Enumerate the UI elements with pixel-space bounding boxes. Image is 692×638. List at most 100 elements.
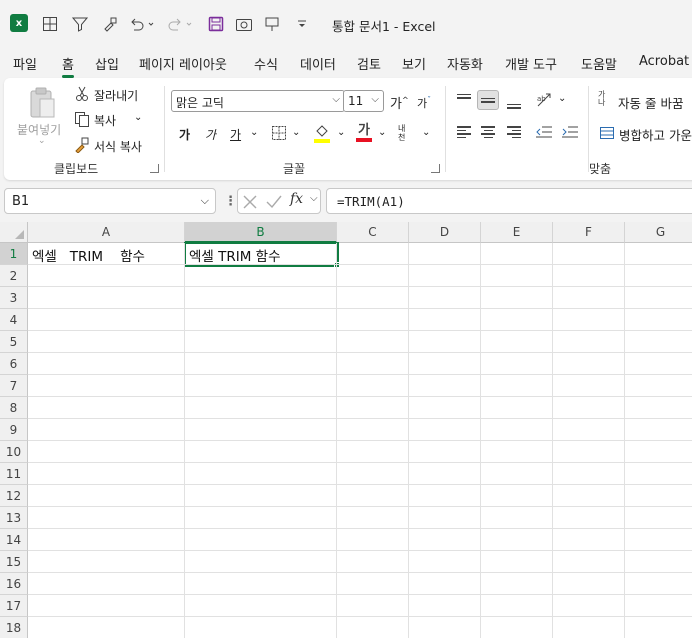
decrease-indent-icon[interactable] [534, 122, 554, 142]
shrink-font-button[interactable]: 가ˇ [417, 95, 431, 111]
align-middle-button[interactable] [477, 90, 499, 110]
paste-icon[interactable] [24, 86, 60, 122]
grid-row-line [28, 286, 692, 287]
chevron-down-icon[interactable]: ⌵ [310, 193, 318, 204]
font-size-select[interactable]: 11 ⌵ [343, 90, 384, 112]
tab-insert[interactable]: 삽입 [95, 54, 119, 73]
tab-file[interactable]: 파일 [13, 54, 37, 73]
row-header-5[interactable]: 5 [0, 331, 28, 353]
underline-dropdown-icon[interactable]: ⌄ [250, 127, 258, 138]
wrap-text-button[interactable]: 자동 줄 바꿈 [618, 93, 683, 112]
row-header-17[interactable]: 17 [0, 595, 28, 617]
row-header-6[interactable]: 6 [0, 353, 28, 375]
format-painter-button[interactable]: 서식 복사 [94, 138, 142, 155]
more-options-icon[interactable]: ⋮ [224, 194, 237, 209]
copy-icon[interactable] [74, 111, 90, 127]
underline-button[interactable]: 가 [230, 126, 241, 143]
border-dropdown-icon[interactable]: ⌄ [292, 127, 300, 138]
column-header-b[interactable]: B [185, 222, 337, 243]
column-header-c[interactable]: C [337, 222, 409, 243]
camera-icon[interactable] [234, 14, 254, 34]
italic-button[interactable]: 가 [205, 126, 216, 143]
align-left-button[interactable] [453, 122, 475, 142]
wrap-text-icon: 가나 [598, 90, 606, 107]
table-icon[interactable] [40, 14, 60, 34]
cancel-icon[interactable] [243, 195, 257, 209]
row-header-7[interactable]: 7 [0, 375, 28, 397]
merge-center-icon[interactable] [598, 125, 616, 141]
scissors-icon[interactable] [74, 86, 90, 102]
tab-acrobat[interactable]: Acrobat [639, 54, 689, 69]
undo-icon[interactable] [128, 14, 156, 34]
column-header-e[interactable]: E [481, 222, 553, 243]
cell-a1[interactable]: 엑셀 TRIM 함수 [32, 245, 145, 265]
font-color-dropdown-icon[interactable]: ⌄ [378, 127, 386, 138]
row-header-14[interactable]: 14 [0, 529, 28, 551]
tab-data[interactable]: 데이터 [300, 54, 336, 73]
tab-developer[interactable]: 개발 도구 [505, 54, 557, 73]
row-header-10[interactable]: 10 [0, 441, 28, 463]
tab-view[interactable]: 보기 [402, 54, 426, 73]
border-icon[interactable] [270, 124, 288, 142]
cut-button[interactable]: 잘라내기 [94, 87, 138, 104]
select-all-button[interactable] [0, 222, 28, 243]
customize-icon[interactable] [292, 14, 312, 34]
phonetic-dropdown-icon[interactable]: ⌄ [422, 127, 430, 138]
align-right-button[interactable] [503, 122, 525, 142]
align-bottom-button[interactable] [503, 92, 525, 112]
orientation-icon[interactable]: ab [534, 90, 556, 110]
copy-button[interactable]: 복사 [94, 112, 116, 129]
chevron-down-icon: ⌵ [332, 94, 340, 105]
tab-home[interactable]: 홈 [62, 54, 74, 78]
row-header-15[interactable]: 15 [0, 551, 28, 573]
fill-color-icon[interactable] [312, 122, 332, 144]
tab-formulas[interactable]: 수식 [254, 54, 278, 73]
clipboard-dialog-launcher-icon[interactable] [150, 164, 159, 173]
font-name-select[interactable]: 맑은 고딕 ⌵ [171, 90, 345, 112]
fill-color-dropdown-icon[interactable]: ⌄ [337, 127, 345, 138]
row-header-18[interactable]: 18 [0, 617, 28, 638]
row-header-1[interactable]: 1 [0, 243, 28, 265]
chevron-down-icon[interactable]: ⌵ [201, 194, 209, 208]
grow-font-button[interactable]: 가^ [390, 93, 409, 112]
tab-automate[interactable]: 자동화 [447, 54, 483, 73]
row-header-2[interactable]: 2 [0, 265, 28, 287]
insert-function-button[interactable]: fx [290, 191, 303, 207]
orientation-dropdown-icon[interactable]: ⌄ [558, 93, 566, 104]
brush-icon[interactable] [74, 137, 90, 153]
tab-page-layout[interactable]: 페이지 레이아웃 [139, 54, 227, 73]
font-dialog-launcher-icon[interactable] [431, 164, 440, 173]
row-header-8[interactable]: 8 [0, 397, 28, 419]
save-icon[interactable] [206, 14, 226, 34]
presentation-icon[interactable] [262, 14, 282, 34]
paste-dropdown-icon[interactable]: ⌄ [38, 136, 46, 146]
row-header-11[interactable]: 11 [0, 463, 28, 485]
row-header-4[interactable]: 4 [0, 309, 28, 331]
font-color-icon[interactable]: 가 [354, 122, 374, 144]
phonetic-button[interactable]: 내천 [398, 124, 412, 142]
fill-handle[interactable] [334, 262, 340, 268]
tab-review[interactable]: 검토 [357, 54, 381, 73]
column-header-a[interactable]: A [28, 222, 185, 243]
format-painter-icon[interactable] [100, 14, 120, 34]
tab-help[interactable]: 도움말 [581, 54, 617, 73]
column-header-d[interactable]: D [409, 222, 481, 243]
column-header-g[interactable]: G [625, 222, 692, 243]
bold-button[interactable]: 가 [179, 126, 190, 143]
increase-indent-icon[interactable] [560, 122, 580, 142]
row-header-13[interactable]: 13 [0, 507, 28, 529]
formula-input[interactable]: =TRIM(A1) [326, 188, 692, 214]
align-top-button[interactable] [453, 90, 475, 110]
row-header-12[interactable]: 12 [0, 485, 28, 507]
align-center-button[interactable] [477, 122, 499, 142]
redo-icon[interactable] [166, 14, 194, 34]
row-header-16[interactable]: 16 [0, 573, 28, 595]
name-box[interactable]: B1 ⌵ [4, 188, 216, 214]
row-header-3[interactable]: 3 [0, 287, 28, 309]
copy-dropdown-icon[interactable]: ⌄ [134, 112, 142, 123]
enter-icon[interactable] [266, 195, 282, 209]
row-header-9[interactable]: 9 [0, 419, 28, 441]
filter-icon[interactable] [70, 14, 90, 34]
column-header-f[interactable]: F [553, 222, 625, 243]
merge-center-button[interactable]: 병합하고 가운데 [619, 125, 692, 144]
